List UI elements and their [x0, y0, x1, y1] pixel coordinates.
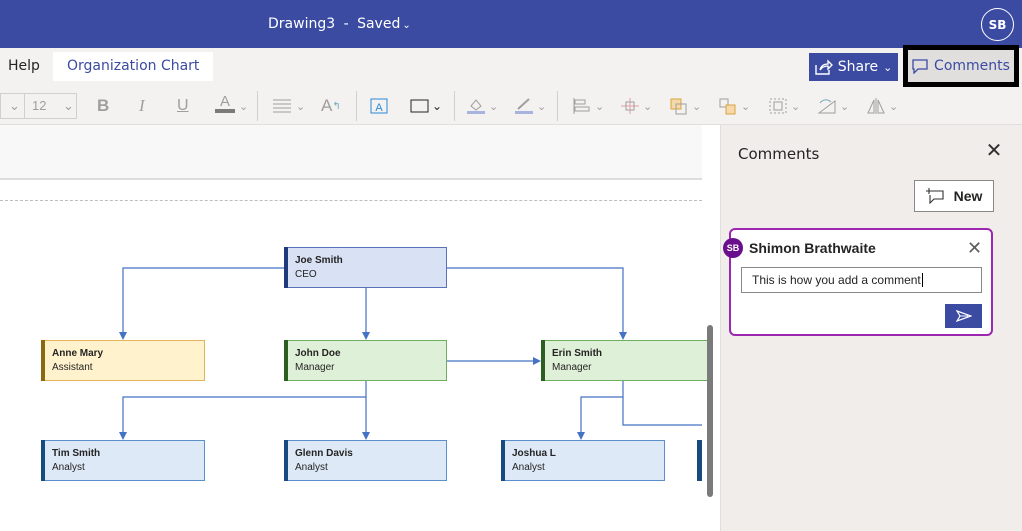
tab-help[interactable]: Help [8, 52, 40, 81]
node-name: Anne Mary [52, 348, 104, 359]
close-icon[interactable]: ✕ [985, 141, 1003, 161]
drawing-canvas[interactable]: Joe Smith CEO Anne Mary Assistant John D… [0, 125, 720, 531]
text-size-icon[interactable]: A ↰ [321, 95, 341, 117]
node-title: Analyst [52, 462, 85, 473]
org-node-erin-smith[interactable]: Erin Smith Manager [540, 339, 711, 381]
svg-text:A: A [375, 102, 383, 114]
align-icon[interactable]: ⌄ [272, 95, 305, 117]
font-size-value: 12 [32, 98, 47, 113]
new-comment-label: New [953, 188, 983, 204]
org-node-joshua-l[interactable]: Joshua L Analyst [500, 439, 665, 481]
user-avatar[interactable]: SB [981, 8, 1014, 41]
title-separator: - [343, 16, 349, 32]
document-title[interactable]: Drawing3 - Saved ⌄ [268, 16, 411, 32]
line-color-icon[interactable]: ⌄ [514, 95, 546, 117]
flip-icon[interactable]: ⌄ [866, 95, 898, 117]
bold-icon[interactable]: B [97, 95, 109, 117]
fill-icon[interactable]: ⌄ [466, 95, 498, 117]
vertical-scrollbar[interactable] [707, 325, 713, 497]
author-avatar: SB [723, 238, 743, 258]
share-button[interactable]: Share ⌄ [809, 53, 898, 81]
node-title: Assistant [52, 362, 93, 373]
share-icon [814, 59, 833, 75]
comments-panel-title: Comments [738, 145, 820, 163]
close-icon[interactable]: ✕ [967, 239, 982, 257]
share-label: Share [837, 59, 879, 75]
document-name: Drawing3 [268, 16, 336, 32]
arrowhead [119, 432, 127, 440]
arrowhead [362, 432, 370, 440]
chevron-down-icon: ⌄ [63, 98, 74, 113]
org-node-john-doe[interactable]: John Doe Manager [283, 339, 447, 381]
org-node-offscreen[interactable] [697, 440, 702, 481]
arrowhead [619, 332, 627, 340]
divider [257, 91, 258, 121]
text-cursor [921, 273, 923, 287]
send-icon [955, 310, 972, 322]
title-bar: Drawing3 - Saved ⌄ SB [0, 0, 1022, 48]
font-size-select[interactable]: ⌄ 12 ⌄ [0, 93, 77, 119]
connector-joe-anne [122, 267, 285, 337]
send-button[interactable] [945, 304, 982, 328]
comments-panel: Comments ✕ New SB Shimon Brathwaite ✕ Th… [720, 125, 1022, 531]
text-box-icon[interactable]: A [369, 95, 389, 117]
bring-forward-icon[interactable]: ⌄ [669, 95, 701, 117]
org-node-tim-smith[interactable]: Tim Smith Analyst [40, 439, 205, 481]
node-name: Glenn Davis [295, 448, 353, 459]
arrowhead [362, 332, 370, 340]
chevron-down-icon: ⌄ [9, 98, 20, 113]
node-name: John Doe [295, 348, 341, 359]
node-title: Manager [295, 362, 335, 373]
arrowhead [119, 332, 127, 340]
node-title: Manager [552, 362, 592, 373]
new-comment-icon [925, 188, 944, 204]
comment-draft-card: SB Shimon Brathwaite ✕ This is how you a… [723, 228, 993, 336]
italic-icon[interactable]: I [139, 95, 145, 117]
chevron-down-icon: ⌄ [402, 20, 411, 31]
divider [557, 91, 558, 121]
node-name: Joe Smith [295, 255, 343, 266]
underline-icon[interactable]: U [177, 95, 189, 117]
rotate-icon[interactable]: ⌄ [817, 95, 849, 117]
comments-button[interactable]: Comments [903, 45, 1019, 87]
chevron-down-icon[interactable]: ⌄ [239, 95, 248, 117]
node-title: Analyst [512, 462, 545, 473]
comment-icon [912, 58, 928, 74]
org-node-glenn-davis[interactable]: Glenn Davis Analyst [283, 439, 447, 481]
divider [356, 91, 357, 121]
node-name: Joshua L [512, 448, 556, 459]
connector-erin-joshua [580, 381, 624, 435]
align-shapes-icon[interactable]: ⌄ [572, 95, 604, 117]
connector-joe-erin [447, 267, 624, 337]
author-name: Shimon Brathwaite [749, 240, 876, 256]
send-backward-icon[interactable]: ⌄ [718, 95, 750, 117]
connector-erin-offscreen [622, 397, 702, 426]
arrowhead [577, 432, 585, 440]
toolbar: ⌄ 12 ⌄ B I U A ⌄ ⌄ A ↰ A ⌄ ⌄ ⌄ ⌄ ⌄ ⌄ ⌄ ⌄… [0, 87, 1022, 125]
position-icon[interactable]: ⌄ [620, 95, 652, 117]
new-comment-button[interactable]: New [914, 180, 994, 212]
font-color-icon[interactable]: A [215, 94, 235, 117]
comment-text: This is how you add a comment [752, 273, 921, 287]
node-title: CEO [295, 269, 317, 280]
shape-icon[interactable]: ⌄ [410, 95, 442, 117]
group-icon[interactable]: ⌄ [768, 95, 800, 117]
save-status: Saved [357, 16, 401, 32]
comments-label: Comments [934, 58, 1010, 74]
node-name: Erin Smith [552, 348, 603, 359]
chevron-down-icon: ⌄ [883, 60, 893, 74]
org-node-joe-smith[interactable]: Joe Smith CEO [283, 246, 447, 288]
tab-organization-chart[interactable]: Organization Chart [53, 52, 214, 81]
node-name: Tim Smith [52, 448, 101, 459]
divider [454, 91, 455, 121]
connector-john-tim [122, 381, 367, 435]
org-node-anne-mary[interactable]: Anne Mary Assistant [40, 339, 205, 381]
comment-input[interactable]: This is how you add a comment [741, 267, 982, 293]
node-title: Analyst [295, 462, 328, 473]
